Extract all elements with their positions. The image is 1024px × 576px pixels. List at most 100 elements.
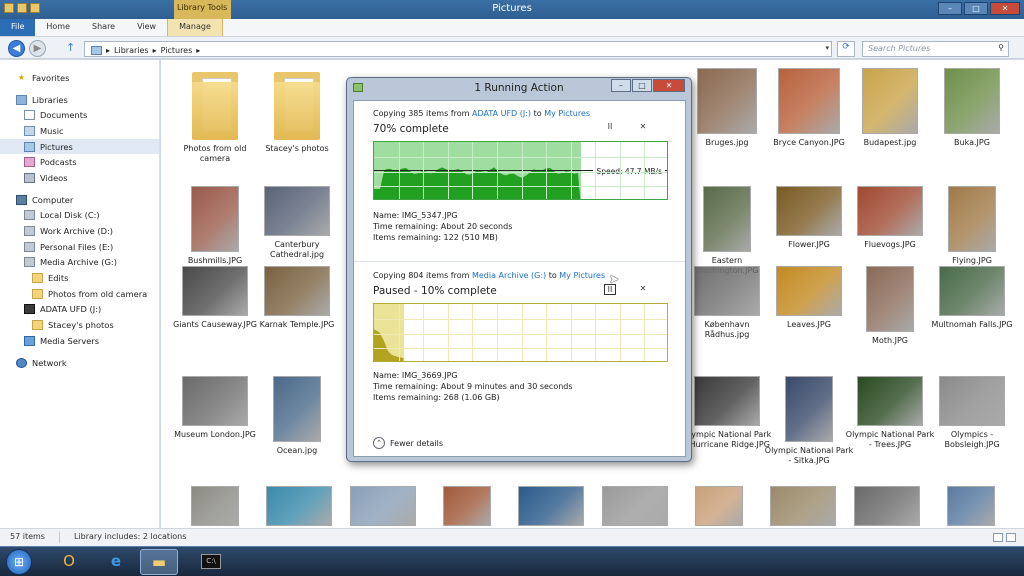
file-item[interactable] — [169, 486, 261, 526]
sidebar-item-podcasts[interactable]: Podcasts — [0, 154, 159, 170]
breadcrumb[interactable]: ▸ Libraries ▸ Pictures ▸ ▾ — [84, 41, 832, 57]
dialog-close-button[interactable]: ✕ — [653, 79, 685, 92]
tab-home[interactable]: Home — [35, 19, 81, 36]
file-item[interactable]: Canterbury Cathedral.jpg — [251, 186, 343, 260]
file-item[interactable]: Olympic National Park - Hurricane Ridge.… — [681, 376, 773, 450]
file-item[interactable]: Eastern Washington.JPG — [681, 186, 773, 276]
file-item[interactable] — [925, 486, 1017, 526]
fewer-details-button[interactable]: ⌃ Fewer details — [373, 437, 443, 449]
file-item[interactable]: Moth.JPG — [844, 266, 936, 346]
file-name-label: Budapest.jpg — [863, 138, 917, 147]
destination-link[interactable]: My Pictures — [559, 271, 605, 280]
file-item[interactable] — [673, 486, 765, 526]
file-item[interactable]: Olympic National Park - Sitka.JPG — [763, 376, 855, 466]
tab-view[interactable]: View — [126, 19, 167, 36]
breadcrumb-pictures[interactable]: Pictures — [161, 46, 193, 55]
file-item[interactable]: Olympics - Bobsleigh.JPG — [926, 376, 1018, 450]
file-item[interactable] — [505, 486, 597, 526]
file-item[interactable]: Museum London.JPG — [169, 376, 261, 440]
graph-gridline — [374, 333, 667, 335]
file-item[interactable] — [841, 486, 933, 526]
cancel-button[interactable]: ✕ — [637, 284, 649, 295]
file-item[interactable]: Fluevogs.JPG — [844, 186, 936, 250]
breadcrumb-separator[interactable]: ▸ — [153, 46, 157, 55]
sidebar-item-local-disk-c[interactable]: Local Disk (C:) — [0, 208, 159, 224]
outlook-button[interactable]: O — [50, 549, 88, 575]
file-item[interactable] — [337, 486, 429, 526]
sidebar-item-documents[interactable]: Documents — [0, 107, 159, 123]
sidebar-item-network[interactable]: Network — [0, 355, 159, 371]
sidebar-item-label: Network — [32, 357, 67, 368]
folder-item[interactable]: Photos from old camera — [169, 68, 261, 164]
sidebar-item-label: Favorites — [32, 72, 70, 83]
search-icon[interactable]: ⚲ — [998, 43, 1004, 52]
file-name-label: Multnomah Falls.JPG — [931, 320, 1013, 329]
command-prompt-button[interactable]: C:\ — [192, 549, 230, 575]
file-item[interactable]: Leaves.JPG — [763, 266, 855, 330]
source-link[interactable]: Media Archive (G:) — [472, 271, 546, 280]
dialog-maximize-button[interactable]: □ — [632, 79, 652, 92]
breadcrumb-separator[interactable]: ▸ — [196, 46, 200, 55]
forward-button[interactable]: ▶ — [29, 40, 46, 57]
windows-explorer-button[interactable]: ▬ — [140, 549, 178, 575]
sidebar-item-favorites[interactable]: ★ Favorites — [0, 70, 159, 86]
dialog-minimize-button[interactable]: – — [611, 79, 631, 92]
sidebar-item-stacey-s-photos[interactable]: Stacey's photos — [0, 317, 159, 333]
internet-explorer-button[interactable]: e — [97, 549, 135, 575]
close-window-button[interactable]: ✕ — [990, 2, 1020, 15]
file-item[interactable]: Bryce Canyon.JPG — [763, 68, 855, 148]
graph-gridline — [447, 304, 449, 361]
file-item[interactable] — [589, 486, 681, 526]
sidebar-item-computer[interactable]: Computer — [0, 192, 159, 208]
sidebar-item-videos[interactable]: Videos — [0, 170, 159, 186]
file-item[interactable] — [253, 486, 345, 526]
sidebar-item-libraries[interactable]: Libraries — [0, 92, 159, 108]
refresh-button[interactable]: ⟳ — [837, 41, 855, 57]
tab-manage[interactable]: Manage — [167, 19, 223, 36]
file-item[interactable]: Budapest.jpg — [844, 68, 936, 148]
file-item[interactable]: Flying.JPG — [926, 186, 1018, 266]
sidebar-item-music[interactable]: Music — [0, 123, 159, 139]
file-item[interactable]: Olympic National Park - Trees.JPG — [844, 376, 936, 450]
file-item[interactable]: Flower.JPG — [763, 186, 855, 250]
sidebar-item-adata-ufd-j[interactable]: ADATA UFD (J:) — [0, 302, 159, 318]
image-thumbnail — [182, 376, 248, 426]
file-item[interactable] — [421, 486, 513, 526]
file-item[interactable]: Bushmills.JPG — [169, 186, 261, 266]
up-arrow-icon[interactable]: ↑ — [66, 41, 75, 54]
file-item[interactable] — [757, 486, 849, 526]
sidebar-item-media-servers[interactable]: Media Servers — [0, 333, 159, 349]
pause-button[interactable]: II — [604, 122, 616, 133]
search-input[interactable]: Search Pictures ⚲ — [862, 41, 1009, 57]
file-item[interactable]: Giants Causeway.JPG — [169, 266, 261, 330]
minimize-button[interactable]: – — [938, 2, 962, 15]
file-item[interactable]: Ocean.jpg — [251, 376, 343, 456]
maximize-button[interactable]: □ — [964, 2, 988, 15]
file-item[interactable]: Buka.JPG — [926, 68, 1018, 148]
sidebar-item-pictures[interactable]: Pictures — [0, 138, 159, 155]
chevron-down-icon[interactable]: ▾ — [825, 44, 829, 52]
back-button[interactable]: ◀ — [8, 40, 25, 57]
music-icon — [24, 125, 35, 136]
image-thumbnail — [264, 186, 330, 236]
cancel-button[interactable]: ✕ — [637, 122, 649, 133]
breadcrumb-separator[interactable]: ▸ — [106, 46, 110, 55]
breadcrumb-libraries[interactable]: Libraries — [114, 46, 149, 55]
large-icons-view-icon[interactable] — [1006, 533, 1016, 542]
start-button[interactable]: ⊞ — [6, 549, 32, 575]
tab-share[interactable]: Share — [81, 19, 126, 36]
source-link[interactable]: ADATA UFD (J:) — [472, 109, 531, 118]
file-item[interactable]: København Rådhus.jpg — [681, 266, 773, 340]
sidebar-item-media-archive-g[interactable]: Media Archive (G:) — [0, 255, 159, 271]
file-item[interactable]: Karnak Temple.JPG — [251, 266, 343, 330]
sidebar-item-edits[interactable]: Edits — [0, 270, 159, 286]
destination-link[interactable]: My Pictures — [544, 109, 590, 118]
sidebar-item-personal-files-e[interactable]: Personal Files (E:) — [0, 239, 159, 255]
folder-item[interactable]: Stacey's photos — [251, 68, 343, 154]
file-item[interactable]: Bruges.jpg — [681, 68, 773, 148]
sidebar-item-photos-from-old-camera[interactable]: Photos from old camera — [0, 286, 159, 302]
details-view-icon[interactable] — [993, 533, 1003, 542]
file-item[interactable]: Multnomah Falls.JPG — [926, 266, 1018, 330]
tab-file[interactable]: File — [0, 19, 36, 36]
sidebar-item-work-archive-d[interactable]: Work Archive (D:) — [0, 223, 159, 239]
